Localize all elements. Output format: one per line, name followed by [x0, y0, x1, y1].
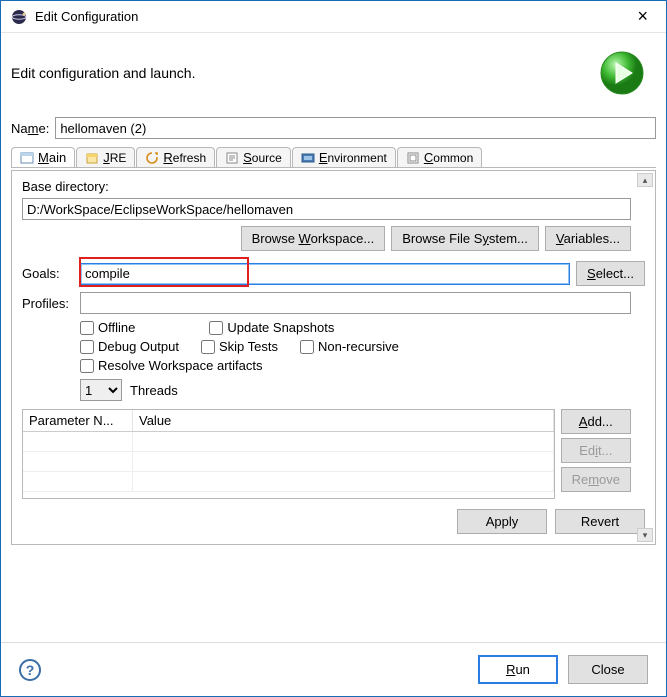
eclipse-icon	[11, 9, 27, 25]
profiles-label: Profiles:	[22, 296, 80, 311]
main-panel: ▴ ▾ Base directory: Browse Workspace... …	[11, 170, 656, 545]
skip-tests-check[interactable]: Skip Tests	[201, 339, 278, 354]
profiles-input[interactable]	[80, 292, 631, 314]
table-row	[23, 452, 554, 472]
column-value[interactable]: Value	[133, 410, 554, 431]
threads-select[interactable]: 1	[80, 379, 122, 401]
goals-label: Goals:	[22, 266, 80, 281]
close-icon[interactable]: ×	[629, 6, 656, 27]
table-row	[23, 472, 554, 492]
debug-output-check[interactable]: Debug Output	[80, 339, 179, 354]
resolve-workspace-check[interactable]: Resolve Workspace artifacts	[80, 358, 263, 373]
main-tab-icon	[20, 151, 34, 165]
threads-label: Threads	[130, 383, 178, 398]
add-button[interactable]: Add...	[561, 409, 631, 434]
browse-workspace-button[interactable]: Browse Workspace...	[241, 226, 386, 251]
name-input[interactable]	[55, 117, 656, 139]
scroll-up-icon[interactable]: ▴	[637, 173, 653, 187]
non-recursive-check[interactable]: Non-recursive	[300, 339, 399, 354]
tab-environment[interactable]: Environment	[292, 147, 396, 167]
titlebar: Edit Configuration ×	[1, 1, 666, 33]
tab-main[interactable]: Main	[11, 147, 75, 167]
base-dir-input[interactable]	[22, 198, 631, 220]
column-parameter-name[interactable]: Parameter N...	[23, 410, 133, 431]
goals-input[interactable]	[80, 263, 570, 285]
tab-bar: Main JRE Refresh Source Environment Comm…	[11, 147, 656, 168]
tab-common[interactable]: Common	[397, 147, 482, 167]
scroll-down-icon[interactable]: ▾	[637, 528, 653, 542]
refresh-tab-icon	[145, 151, 159, 165]
name-label: Name:	[11, 121, 49, 136]
common-tab-icon	[406, 151, 420, 165]
environment-tab-icon	[301, 151, 315, 165]
footer: ? Run Close	[1, 642, 666, 696]
window-title: Edit Configuration	[35, 9, 629, 24]
tab-source[interactable]: Source	[216, 147, 291, 167]
tab-jre[interactable]: JRE	[76, 147, 135, 167]
select-button[interactable]: Select...	[576, 261, 645, 286]
header: Edit configuration and launch.	[1, 33, 666, 107]
variables-button[interactable]: Variables...	[545, 226, 631, 251]
table-row	[23, 432, 554, 452]
remove-button[interactable]: Remove	[561, 467, 631, 492]
source-tab-icon	[225, 151, 239, 165]
jre-tab-icon	[85, 151, 99, 165]
edit-button[interactable]: Edit...	[561, 438, 631, 463]
help-icon[interactable]: ?	[19, 659, 41, 681]
offline-check[interactable]: Offline	[80, 320, 135, 335]
parameters-table[interactable]: Parameter N... Value	[22, 409, 555, 499]
apply-button[interactable]: Apply	[457, 509, 547, 534]
run-button[interactable]: Run	[478, 655, 558, 684]
browse-filesystem-button[interactable]: Browse File System...	[391, 226, 539, 251]
revert-button[interactable]: Revert	[555, 509, 645, 534]
base-dir-label: Base directory:	[22, 179, 645, 194]
run-icon-large	[598, 49, 646, 97]
subtitle: Edit configuration and launch.	[11, 65, 598, 81]
tab-refresh[interactable]: Refresh	[136, 147, 215, 167]
update-snapshots-check[interactable]: Update Snapshots	[209, 320, 334, 335]
close-button[interactable]: Close	[568, 655, 648, 684]
